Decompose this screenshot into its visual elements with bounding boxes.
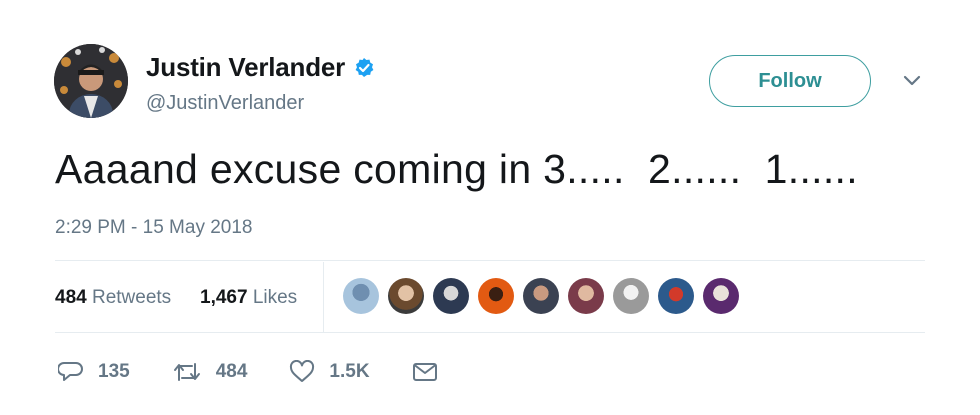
like-count: 1.5K (329, 361, 370, 382)
likes-count: 1,467 (200, 287, 248, 308)
liker-avatar[interactable] (568, 278, 604, 314)
retweets-count: 484 (55, 287, 87, 308)
liker-avatar[interactable] (478, 278, 514, 314)
divider-bottom (55, 332, 925, 333)
author-name[interactable]: Justin Verlander (146, 52, 345, 83)
likes-label: Likes (252, 287, 298, 308)
liker-avatar[interactable] (613, 278, 649, 314)
retweet-count: 484 (215, 361, 248, 382)
reply-icon (58, 362, 83, 381)
like-icon (290, 360, 315, 382)
like-action[interactable]: 1.5K (289, 360, 370, 384)
direct-message-action[interactable] (412, 361, 452, 383)
direct-message-icon (412, 363, 437, 381)
retweet-action[interactable]: 484 (172, 360, 248, 384)
liker-avatars (343, 278, 748, 314)
author-avatar[interactable] (54, 44, 128, 118)
stats-separator (323, 262, 324, 332)
follow-button[interactable]: Follow (709, 55, 871, 107)
liker-avatar[interactable] (433, 278, 469, 314)
retweets-label: Retweets (91, 287, 172, 308)
reply-action[interactable]: 135 (58, 360, 130, 384)
verified-badge-icon (353, 57, 375, 79)
retweets-stat[interactable]: 484 Retweets (55, 287, 171, 309)
reply-count: 135 (98, 361, 130, 382)
tweet-actions: 135 484 1.5K (58, 356, 494, 388)
tweet-timestamp[interactable]: 2:29 PM - 15 May 2018 (55, 217, 253, 239)
liker-avatar[interactable] (343, 278, 379, 314)
likes-stat[interactable]: 1,467 Likes (200, 287, 297, 309)
divider-top (55, 260, 925, 261)
retweet-icon (173, 363, 200, 381)
liker-avatar[interactable] (388, 278, 424, 314)
tweet-stats: 484 Retweets 1,467 Likes (55, 262, 925, 332)
author-name-row[interactable]: Justin Verlander (146, 52, 375, 83)
tweet-text: Aaaand excuse coming in 3..... 2...... 1… (55, 146, 858, 192)
tweet-card: Justin Verlander @JustinVerlander Follow… (0, 0, 980, 415)
author-handle[interactable]: @JustinVerlander (146, 92, 304, 115)
liker-avatar[interactable] (658, 278, 694, 314)
liker-avatar[interactable] (523, 278, 559, 314)
liker-avatar[interactable] (703, 278, 739, 314)
chevron-down-icon[interactable] (902, 74, 922, 88)
